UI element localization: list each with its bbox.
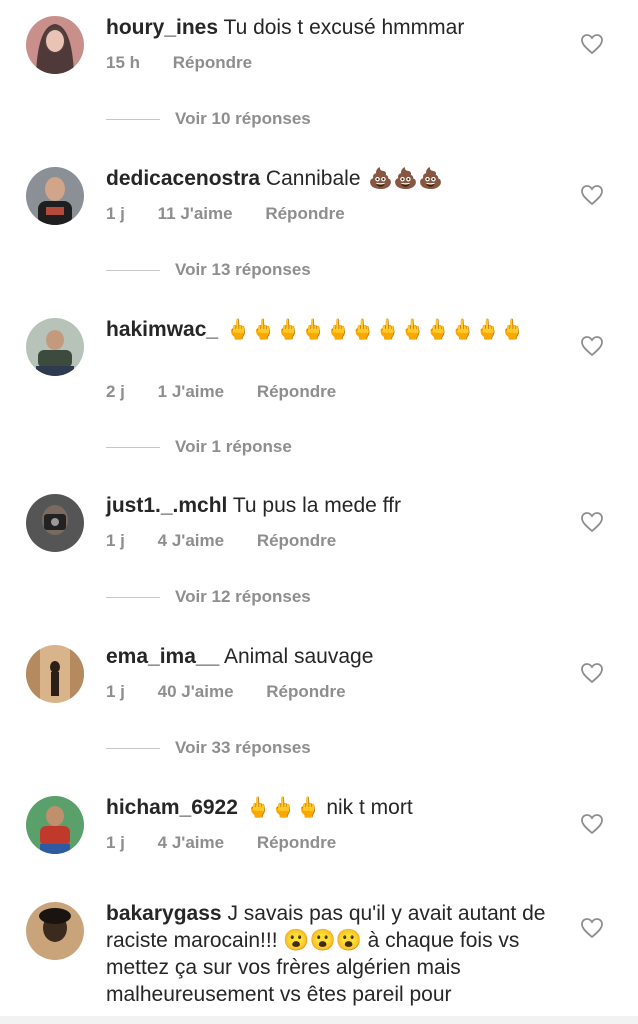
username[interactable]: hakimwac_ bbox=[106, 318, 218, 341]
comment-text: hicham_6922 🖕🖕🖕 nik t mort bbox=[106, 794, 566, 822]
comment-meta: 15 h Répondre bbox=[106, 53, 280, 73]
heart-icon[interactable] bbox=[580, 335, 604, 357]
avatar[interactable] bbox=[26, 796, 84, 854]
comment-meta: 1 j 11 J'aime Répondre bbox=[106, 204, 373, 224]
view-replies-button[interactable]: Voir 1 réponse bbox=[106, 437, 292, 457]
emoji: 💩💩💩 bbox=[368, 168, 444, 190]
timestamp: 1 j bbox=[106, 682, 125, 701]
avatar[interactable] bbox=[26, 902, 84, 960]
comment-meta: 1 j 4 J'aime Répondre bbox=[106, 531, 364, 551]
view-replies-label: Voir 1 réponse bbox=[175, 437, 292, 456]
replies-divider bbox=[106, 446, 160, 448]
reply-button[interactable]: Répondre bbox=[173, 53, 252, 72]
timestamp: 1 j bbox=[106, 833, 125, 852]
view-replies-button[interactable]: Voir 12 réponses bbox=[106, 587, 311, 607]
view-replies-label: Voir 33 réponses bbox=[175, 738, 311, 757]
username[interactable]: houry_ines bbox=[106, 16, 218, 39]
view-replies-button[interactable]: Voir 33 réponses bbox=[106, 738, 311, 758]
reply-button[interactable]: Répondre bbox=[266, 682, 345, 701]
reply-button[interactable]: Répondre bbox=[257, 531, 336, 550]
comment-text: dedicacenostra Cannibale 💩💩💩 bbox=[106, 165, 566, 193]
heart-icon[interactable] bbox=[580, 511, 604, 533]
comment-body: Animal sauvage bbox=[223, 645, 374, 668]
username[interactable]: bakarygass bbox=[106, 902, 222, 925]
view-replies-label: Voir 12 réponses bbox=[175, 587, 311, 606]
avatar[interactable] bbox=[26, 318, 84, 376]
reply-button[interactable]: Répondre bbox=[257, 382, 336, 401]
username[interactable]: hicham_6922 bbox=[106, 796, 238, 819]
avatar[interactable] bbox=[26, 494, 84, 552]
replies-divider bbox=[106, 747, 160, 749]
avatar[interactable] bbox=[26, 16, 84, 74]
comment-text: houry_ines Tu dois t excusé hmmmar bbox=[106, 14, 566, 41]
avatar[interactable] bbox=[26, 167, 84, 225]
like-count[interactable]: 11 J'aime bbox=[158, 204, 233, 223]
heart-icon[interactable] bbox=[580, 813, 604, 835]
emoji: 🖕🖕🖕🖕🖕🖕🖕🖕🖕🖕🖕🖕 bbox=[225, 319, 525, 341]
reply-button[interactable]: Répondre bbox=[257, 833, 336, 852]
username[interactable]: just1._.mchl bbox=[106, 494, 227, 517]
bottom-edge bbox=[0, 1016, 638, 1024]
timestamp: 2 j bbox=[106, 382, 125, 401]
reply-button[interactable]: Répondre bbox=[265, 204, 344, 223]
view-replies-button[interactable]: Voir 13 réponses bbox=[106, 260, 311, 280]
view-replies-label: Voir 10 réponses bbox=[175, 109, 311, 128]
like-count[interactable]: 4 J'aime bbox=[158, 833, 224, 852]
view-replies-button[interactable]: Voir 10 réponses bbox=[106, 109, 311, 129]
comment-body: nik t mort bbox=[326, 796, 413, 819]
heart-icon[interactable] bbox=[580, 917, 604, 939]
view-replies-label: Voir 13 réponses bbox=[175, 260, 311, 279]
comment-body: Tu dois t excusé hmmmar bbox=[223, 16, 465, 39]
replies-divider bbox=[106, 596, 160, 598]
like-count[interactable]: 1 J'aime bbox=[158, 382, 224, 401]
comment-text: bakarygass J savais pas qu'il y avait au… bbox=[106, 900, 566, 1008]
timestamp: 1 j bbox=[106, 531, 125, 550]
replies-divider bbox=[106, 118, 160, 120]
comment-meta: 1 j 40 J'aime Répondre bbox=[106, 682, 374, 702]
like-count[interactable]: 4 J'aime bbox=[158, 531, 224, 550]
comment-meta: 1 j 4 J'aime Répondre bbox=[106, 833, 364, 853]
replies-divider bbox=[106, 269, 160, 271]
comment-text: just1._.mchl Tu pus la mede ffr bbox=[106, 492, 566, 519]
comment-body: Cannibale bbox=[265, 167, 361, 190]
comment-text: ema_ima__ Animal sauvage bbox=[106, 643, 566, 670]
timestamp: 1 j bbox=[106, 204, 125, 223]
comment-body: Tu pus la mede ffr bbox=[232, 494, 401, 517]
username[interactable]: dedicacenostra bbox=[106, 167, 260, 190]
comment-text: hakimwac_ 🖕🖕🖕🖕🖕🖕🖕🖕🖕🖕🖕🖕 bbox=[106, 316, 566, 344]
comment-meta: 2 j 1 J'aime Répondre bbox=[106, 382, 364, 402]
like-count[interactable]: 40 J'aime bbox=[158, 682, 234, 701]
heart-icon[interactable] bbox=[580, 33, 604, 55]
heart-icon[interactable] bbox=[580, 662, 604, 684]
heart-icon[interactable] bbox=[580, 184, 604, 206]
username[interactable]: ema_ima__ bbox=[106, 645, 219, 668]
emoji: 🖕🖕🖕 bbox=[245, 797, 321, 819]
timestamp: 15 h bbox=[106, 53, 141, 72]
avatar[interactable] bbox=[26, 645, 84, 703]
